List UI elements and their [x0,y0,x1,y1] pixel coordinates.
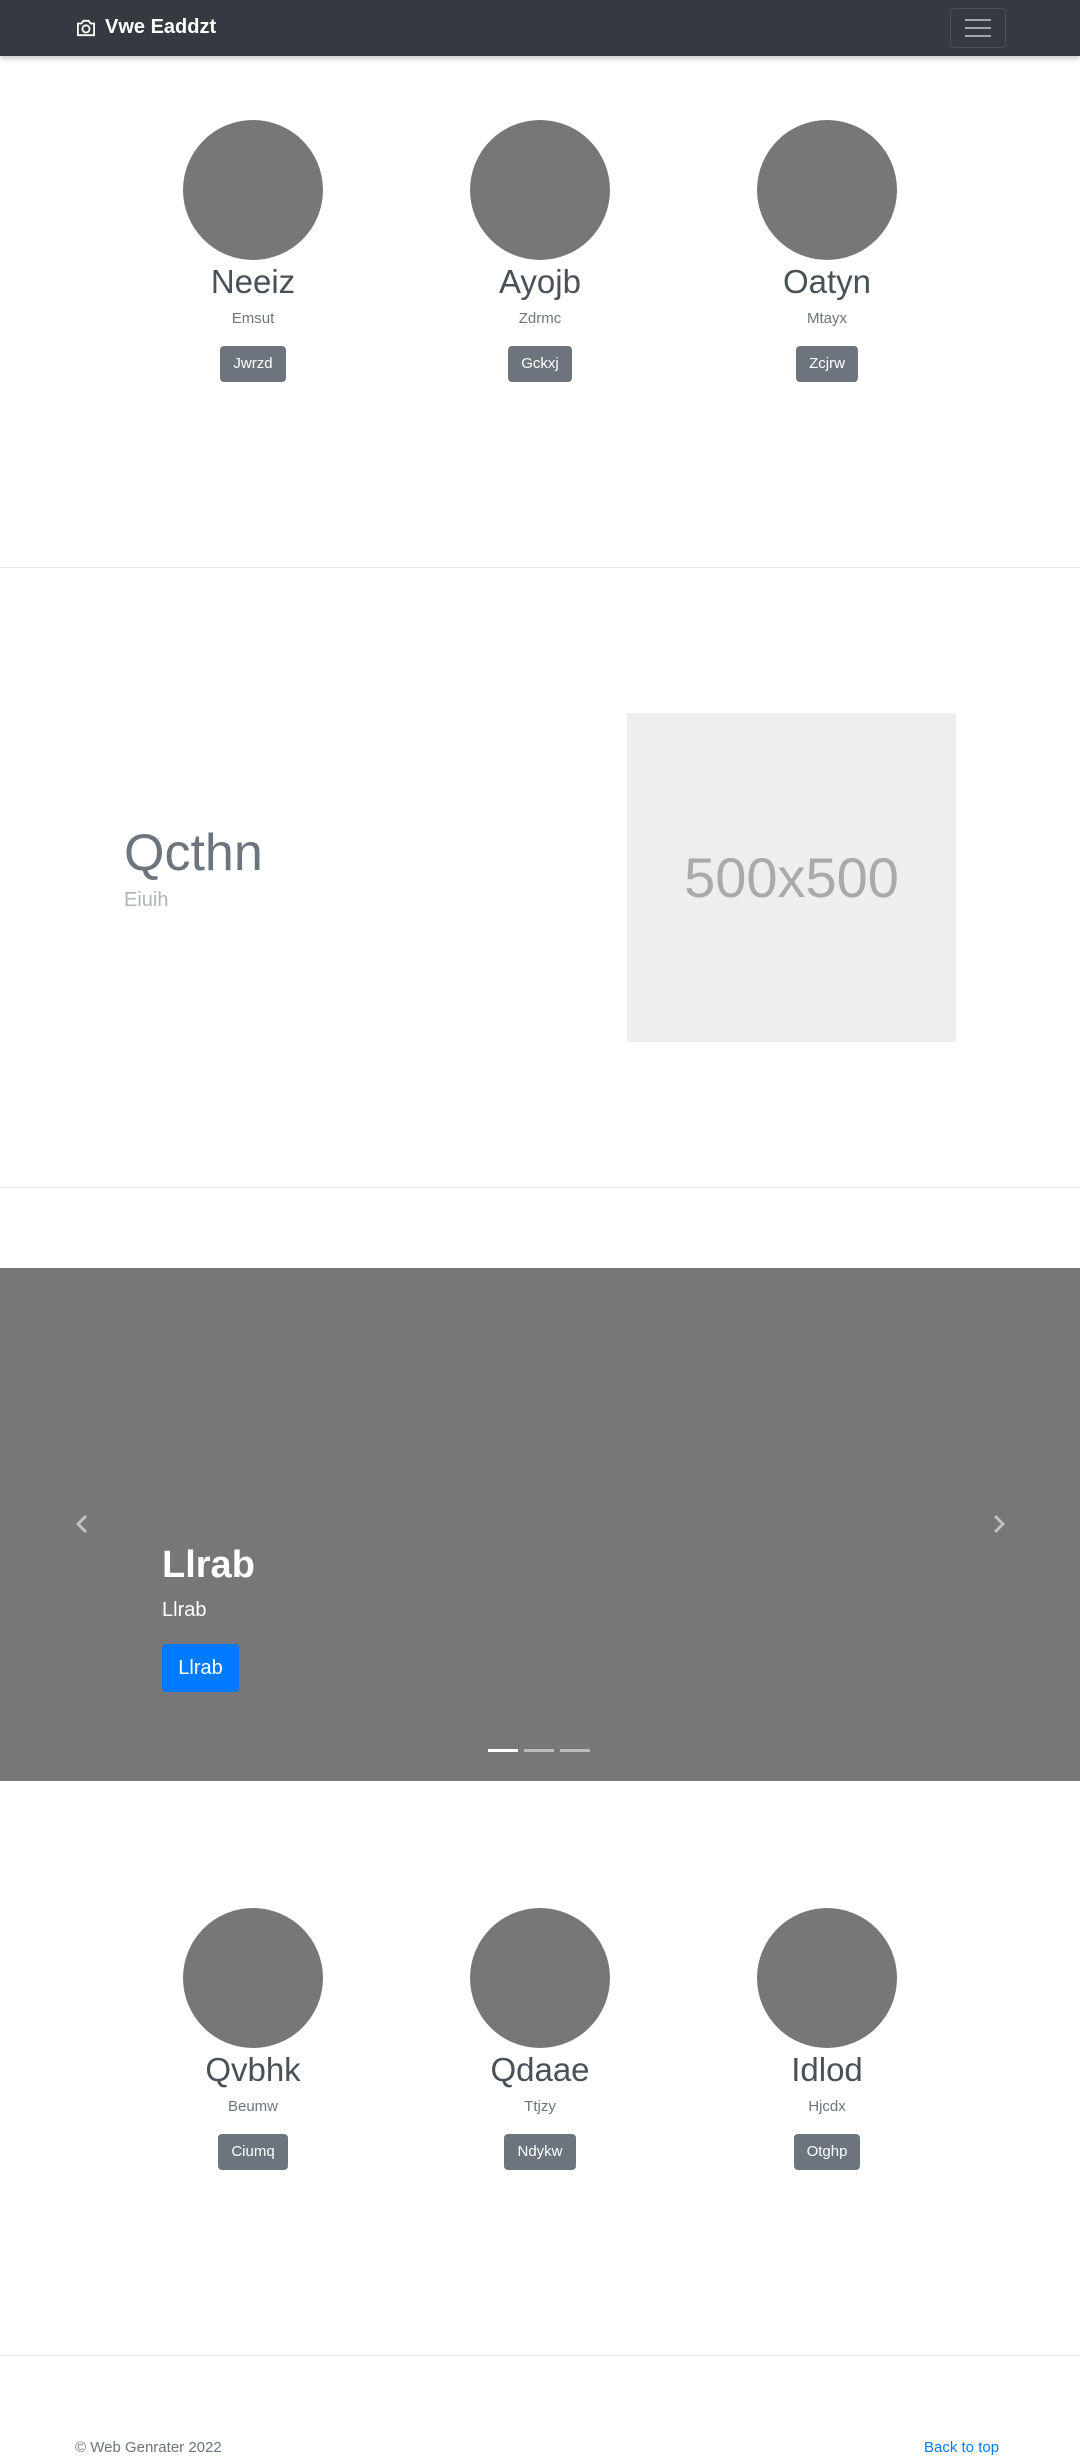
placeholder-image-label: 500x500 [684,846,899,909]
team-member-button[interactable]: Jwrzd [220,346,286,382]
navbar-toggler-button[interactable] [950,8,1006,48]
avatar [470,120,610,260]
team-member-role: Ttjzy [524,2098,556,2115]
avatar [757,120,897,260]
divider [0,2355,1080,2356]
camera-icon [75,19,97,37]
team-member-role: Zdrmc [518,310,562,327]
carousel-indicator[interactable] [524,1749,554,1752]
team-member-name: Idlod [791,2051,863,2088]
chevron-right-icon [993,1514,1006,1534]
avatar [757,1908,897,2048]
team-member-role: Beumw [227,2098,279,2115]
avatar [470,1908,610,2048]
team-member-role: Emsut [231,310,275,327]
brand-link[interactable]: Vwe Eaddzt [75,16,216,39]
carousel-indicators [488,1749,590,1752]
team-member-name: Oatyn [782,263,872,300]
team-card: Ayojb Zdrmc Gckxj [420,120,660,382]
footer-copyright: © Web Genrater 2022 [75,2439,222,2456]
carousel: Llrab Llrab Llrab [0,1268,1080,1781]
team-member-name: Qdaae [490,2051,590,2088]
carousel-caption-title: Llrab [162,1544,255,1586]
carousel-caption-text: Llrab [162,1599,207,1621]
team-member-role: Mtayx [806,310,847,327]
brand-name: Vwe Eaddzt [105,16,217,38]
hamburger-menu-icon [965,19,991,21]
carousel-caption-button[interactable]: Llrab [162,1644,239,1692]
team-card: Qvbhk Beumw Ciumq [133,1908,373,2170]
carousel-next-button[interactable] [984,1504,1014,1544]
team-member-button[interactable]: Ndykw [504,2134,576,2170]
placeholder-image: 500x500 [627,713,956,1042]
team-card: Qdaae Ttjzy Ndykw [420,1908,660,2170]
team-member-button[interactable]: Otghp [793,2134,861,2170]
team-card: Neeiz Emsut Jwrzd [133,120,373,382]
carousel-indicator[interactable] [560,1749,590,1752]
divider [0,1187,1080,1188]
team-member-button[interactable]: Gckxj [508,346,572,382]
feature-subtitle: Eiuih [124,889,169,911]
team-member-button[interactable]: Zcjrw [796,346,858,382]
chevron-left-icon [75,1514,88,1534]
team-card: Idlod Hjcdx Otghp [707,1908,947,2170]
carousel-prev-button[interactable] [67,1504,97,1544]
team-member-name: Neeiz [210,263,296,300]
team-member-name: Qvbhk [205,2051,301,2088]
navbar: Vwe Eaddzt [0,0,1080,56]
team-card: Oatyn Mtayx Zcjrw [707,120,947,382]
avatar [183,1908,323,2048]
feature-title: Qcthn [124,824,263,882]
team-member-button[interactable]: Ciumq [218,2134,288,2170]
team-member-role: Hjcdx [808,2098,846,2115]
carousel-indicator[interactable] [488,1749,518,1752]
avatar [183,120,323,260]
team-member-name: Ayojb [499,263,581,300]
divider [0,567,1080,568]
back-to-top-link[interactable]: Back to top [924,2439,999,2457]
